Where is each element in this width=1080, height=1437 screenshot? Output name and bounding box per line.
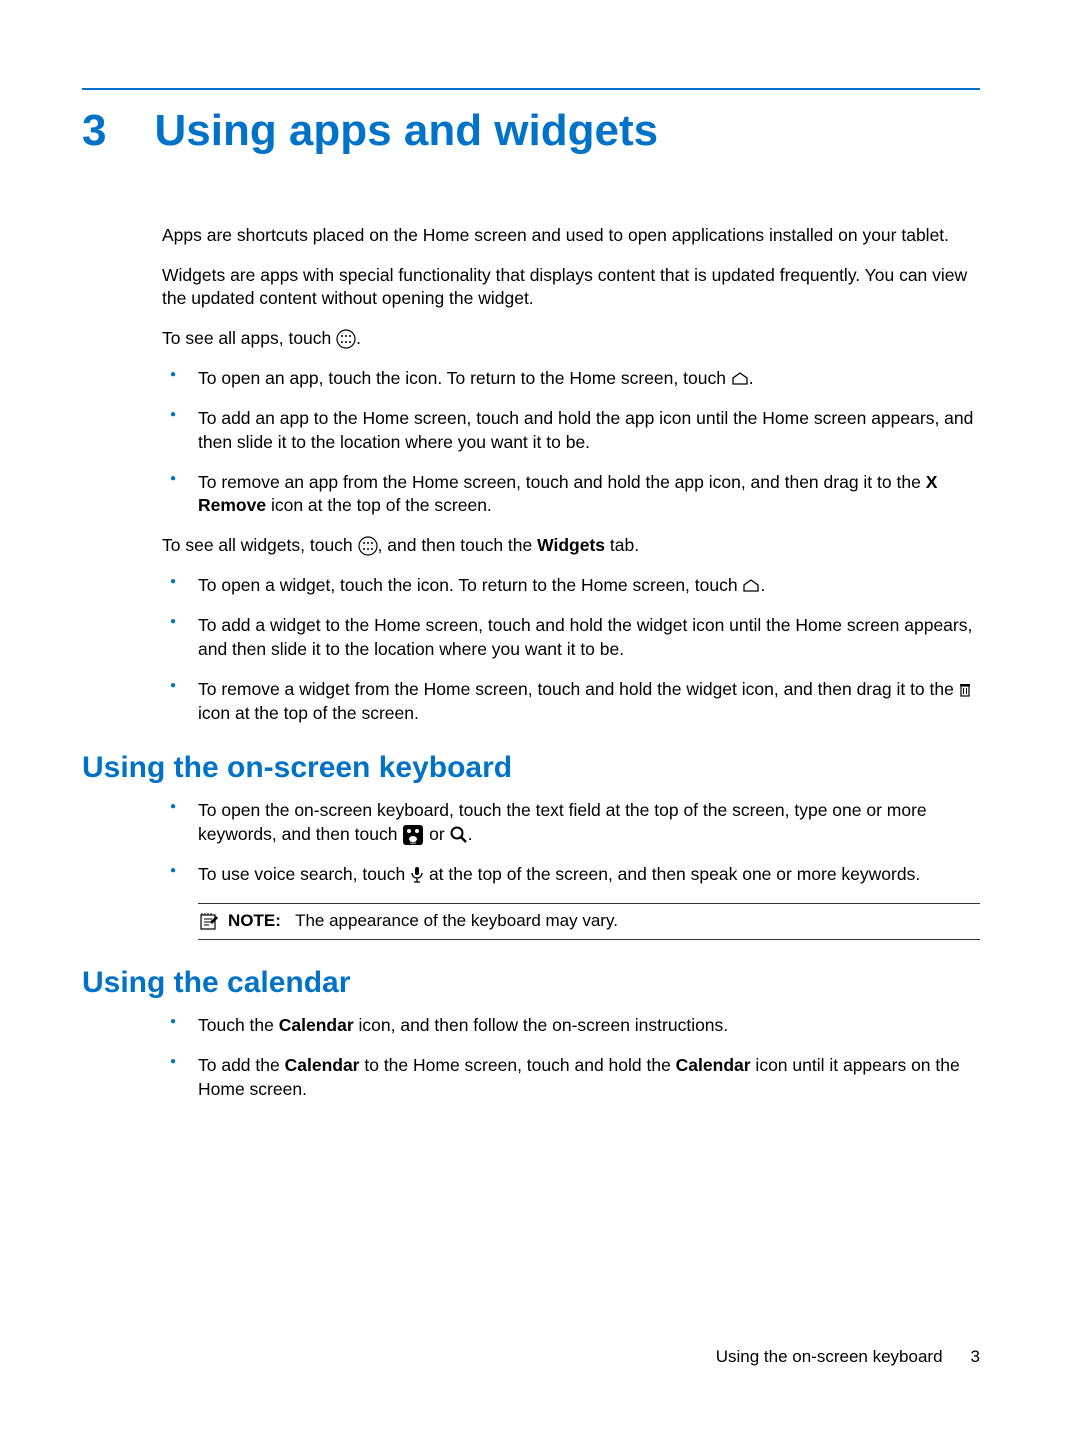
text: . xyxy=(356,328,361,348)
list-item: To add a widget to the Home screen, touc… xyxy=(162,614,980,661)
text: To open an app, touch the icon. To retur… xyxy=(198,368,731,388)
top-rule xyxy=(82,88,980,90)
note-box: NOTE: The appearance of the keyboard may… xyxy=(198,903,980,940)
calendar-body: Touch the Calendar icon, and then follow… xyxy=(162,1014,980,1101)
footer-page-number: 3 xyxy=(971,1347,980,1367)
widgets-tab-label: Widgets xyxy=(537,535,605,555)
text: icon, and then follow the on-screen inst… xyxy=(354,1015,729,1035)
note-text: The appearance of the keyboard may vary. xyxy=(295,911,618,930)
page-footer: Using the on-screen keyboard 3 xyxy=(716,1347,980,1367)
calendar-bullet-list: Touch the Calendar icon, and then follow… xyxy=(162,1014,980,1101)
chapter-heading: 3 Using apps and widgets xyxy=(82,108,980,154)
text: Touch the xyxy=(198,1015,279,1035)
text: To remove a widget from the Home screen,… xyxy=(198,679,959,699)
microphone-icon xyxy=(410,863,424,887)
keyboard-bullet-list: To open the on-screen keyboard, touch th… xyxy=(162,799,980,887)
note-icon xyxy=(198,909,220,932)
calendar-label: Calendar xyxy=(676,1055,751,1075)
intro-para-1: Apps are shortcuts placed on the Home sc… xyxy=(162,224,980,248)
widgets-bullet-list: To open a widget, touch the icon. To ret… xyxy=(162,574,980,725)
text: To see all apps, touch xyxy=(162,328,336,348)
chapter-number: 3 xyxy=(82,109,106,153)
baidu-search-icon: du xyxy=(402,823,424,847)
see-all-widgets: To see all widgets, touch , and then tou… xyxy=(162,534,980,558)
list-item: To use voice search, touch at the top of… xyxy=(162,863,980,887)
text: tab. xyxy=(605,535,639,555)
text: To see all widgets, touch xyxy=(162,535,358,555)
text: . xyxy=(749,368,754,388)
chapter-title: Using apps and widgets xyxy=(154,108,658,154)
text: icon at the top of the screen. xyxy=(198,703,419,723)
footer-section-title: Using the on-screen keyboard xyxy=(716,1347,943,1367)
list-item: To add the Calendar to the Home screen, … xyxy=(162,1054,980,1101)
intro-para-2: Widgets are apps with special functional… xyxy=(162,264,980,311)
calendar-label: Calendar xyxy=(279,1015,354,1035)
text: To remove an app from the Home screen, t… xyxy=(198,472,926,492)
list-item: To open an app, touch the icon. To retur… xyxy=(162,367,980,391)
trash-icon xyxy=(959,677,971,701)
list-item: Touch the Calendar icon, and then follow… xyxy=(162,1014,980,1038)
text: at the top of the screen, and then speak… xyxy=(429,864,920,884)
svg-text:du: du xyxy=(411,840,417,846)
list-item: To add an app to the Home screen, touch … xyxy=(162,407,980,454)
section-heading-keyboard: Using the on-screen keyboard xyxy=(82,751,980,785)
text: icon at the top of the screen. xyxy=(266,495,492,515)
section-heading-calendar: Using the calendar xyxy=(82,966,980,1000)
note-label: NOTE: xyxy=(228,911,281,930)
keyboard-body: To open the on-screen keyboard, touch th… xyxy=(162,799,980,940)
text: To open a widget, touch the icon. To ret… xyxy=(198,575,742,595)
page: 3 Using apps and widgets Apps are shortc… xyxy=(0,0,1080,1101)
note-content: NOTE: The appearance of the keyboard may… xyxy=(228,910,618,933)
text: To add the xyxy=(198,1055,285,1075)
list-item: To open a widget, touch the icon. To ret… xyxy=(162,574,980,598)
text: . xyxy=(468,824,473,844)
list-item: To remove a widget from the Home screen,… xyxy=(162,678,980,726)
list-item: To open the on-screen keyboard, touch th… xyxy=(162,799,980,847)
text: To use voice search, touch xyxy=(198,864,410,884)
text: . xyxy=(760,575,765,595)
apps-bullet-list: To open an app, touch the icon. To retur… xyxy=(162,367,980,518)
home-icon xyxy=(742,574,760,598)
home-icon xyxy=(731,367,749,391)
text: To open the on-screen keyboard, touch th… xyxy=(198,800,927,844)
calendar-label: Calendar xyxy=(285,1055,360,1075)
all-apps-icon xyxy=(358,534,378,558)
body: Apps are shortcuts placed on the Home sc… xyxy=(162,224,980,725)
all-apps-icon xyxy=(336,327,356,351)
see-all-apps: To see all apps, touch . xyxy=(162,327,980,351)
text: to the Home screen, touch and hold the xyxy=(360,1055,676,1075)
text: or xyxy=(424,824,449,844)
magnifier-icon xyxy=(450,823,468,847)
list-item: To remove an app from the Home screen, t… xyxy=(162,471,980,518)
text: , and then touch the xyxy=(378,535,538,555)
